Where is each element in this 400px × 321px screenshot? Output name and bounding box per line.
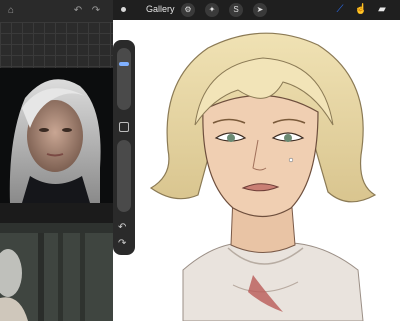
app-toolbar: Gallery ⚙ ✦ S ➤ ⟋ ☝ ▰	[113, 0, 400, 20]
adjust-icon[interactable]: ✦	[205, 3, 219, 17]
move-icon[interactable]: ➤	[253, 3, 267, 17]
split-divider[interactable]	[0, 203, 113, 223]
undo-icon[interactable]: ↶	[118, 222, 126, 233]
reference-photo[interactable]	[0, 68, 113, 203]
brush-size-slider[interactable]	[117, 48, 131, 110]
eraser-icon[interactable]: ▰	[375, 3, 389, 17]
selection-icon[interactable]: S	[229, 3, 243, 17]
gallery-button[interactable]: Gallery	[146, 4, 175, 14]
status-dot	[121, 7, 126, 12]
brush-size-handle[interactable]	[119, 62, 129, 66]
lock-icon[interactable]: ⌂	[5, 5, 17, 17]
reference-toolbar: ⌂ ↶ ↷	[0, 0, 113, 22]
reference-portrait-image	[0, 68, 113, 203]
redo-icon[interactable]: ↷	[90, 5, 102, 17]
reference-app: ⌂ ↶ ↷	[0, 0, 113, 321]
reference-figure-image	[0, 223, 113, 321]
smudge-icon[interactable]: ☝	[354, 3, 368, 17]
reference-photo-secondary[interactable]	[0, 223, 113, 321]
brush-sidebar: ↶ ↷	[113, 40, 135, 255]
undo-icon[interactable]: ↶	[72, 5, 84, 17]
brush-opacity-slider[interactable]	[117, 140, 131, 212]
wrench-icon[interactable]: ⚙	[181, 3, 195, 17]
redo-icon[interactable]: ↷	[118, 238, 126, 249]
brush-icon[interactable]: ⟋	[333, 3, 347, 17]
drawing-canvas[interactable]	[113, 20, 400, 321]
modify-button[interactable]	[119, 122, 129, 132]
drawing-app: Gallery ⚙ ✦ S ➤ ⟋ ☝ ▰	[113, 0, 400, 321]
grid-canvas[interactable]	[0, 22, 113, 68]
split-view: ⌂ ↶ ↷ Gallery ⚙ ✦ S ➤ ⟋ ☝ ▰ ↶ ↷	[0, 0, 400, 321]
